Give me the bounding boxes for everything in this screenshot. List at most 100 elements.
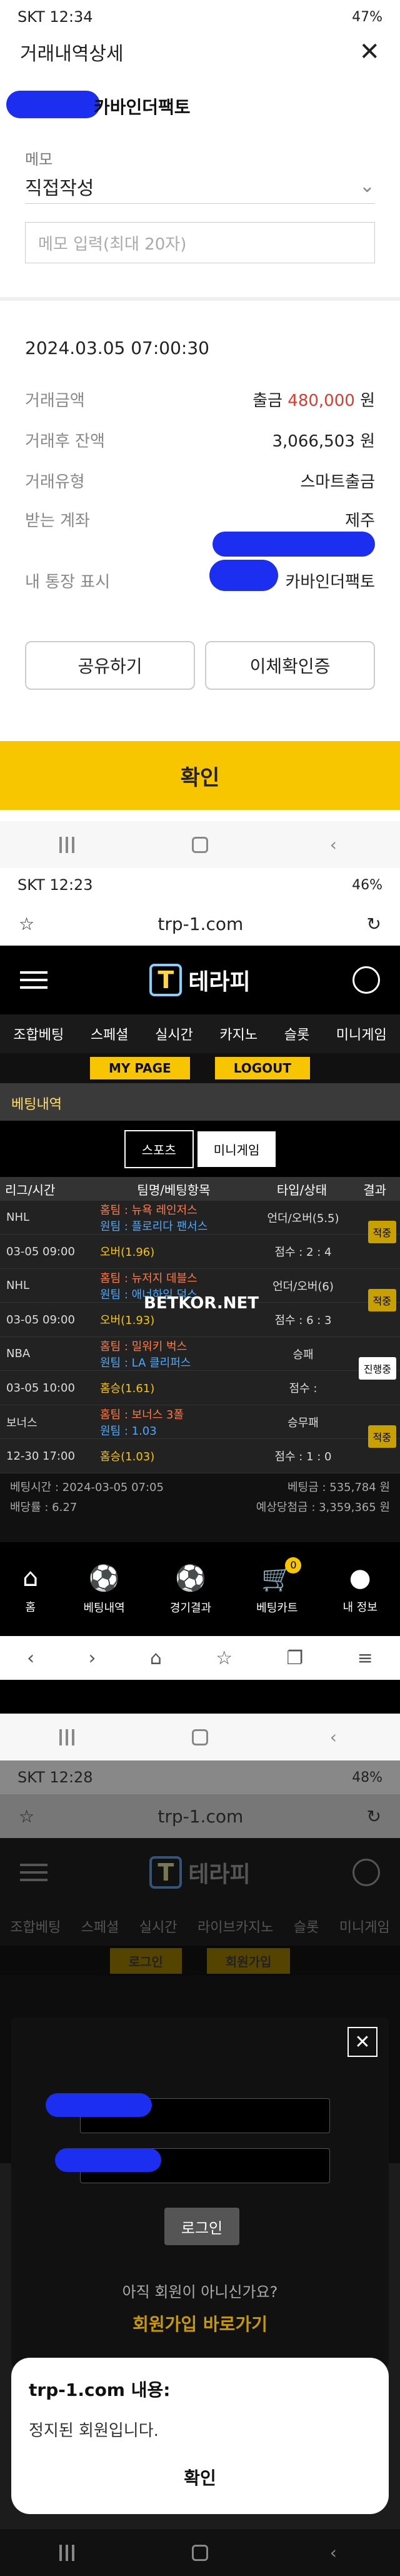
menu-item[interactable]: 조합베팅 — [13, 1024, 64, 1044]
login-tab[interactable]: 로그인 — [109, 1947, 182, 1974]
reload-icon[interactable]: ↻ — [367, 1806, 381, 1827]
home-nav-icon[interactable] — [188, 836, 212, 854]
site-logo[interactable]: T 테라피 — [149, 1856, 251, 1889]
menu-item[interactable]: 미니게임 — [336, 1024, 387, 1044]
table-header: 리그/시간 팀명/베팅항목 타입/상태 결과 — [0, 1177, 400, 1201]
tabs-icon[interactable]: ❐ — [286, 1647, 303, 1669]
nav-results[interactable]: ⚽ 경기결과 — [170, 1563, 211, 1615]
home-nav-icon[interactable] — [188, 2543, 212, 2562]
nav-profile[interactable]: ● 내 정보 — [342, 1563, 377, 1615]
hamburger-icon[interactable] — [20, 971, 48, 989]
soccer-ball-icon: ⚽ — [88, 1563, 120, 1593]
bet-type: 승패 — [292, 1348, 314, 1361]
reload-icon[interactable]: ↻ — [367, 914, 381, 934]
star-icon[interactable]: ☆ — [19, 1806, 34, 1827]
share-button[interactable]: 공유하기 — [25, 641, 195, 690]
menu-item[interactable]: 미니게임 — [339, 1916, 390, 1936]
cart-count: 0 — [285, 1557, 302, 1573]
header: 거래내역상세 ✕ — [0, 34, 400, 70]
menu-item[interactable]: 실시간 — [155, 1024, 193, 1044]
url-text[interactable]: trp-1.com — [158, 914, 243, 934]
home-team: 홈팀 : 뉴욕 레인저스 — [100, 1203, 198, 1217]
confirm-button[interactable]: 확인 — [0, 741, 400, 810]
menu-item[interactable]: 조합베팅 — [10, 1916, 61, 1936]
user-icon[interactable] — [352, 1859, 380, 1886]
row-key: 내 통장 표시 — [25, 573, 111, 592]
recents-icon[interactable] — [54, 836, 79, 854]
menu-item[interactable]: 스페셜 — [91, 1024, 129, 1044]
site-logo[interactable]: T 테라피 — [149, 964, 251, 996]
mypage-button[interactable]: MY PAGE — [89, 1057, 190, 1079]
merchant-name: 카바인더팩토 — [94, 97, 191, 118]
bet-type: 언더/오버(5.5) — [267, 1211, 339, 1225]
nav-bets[interactable]: ⚽ 베팅내역 — [84, 1563, 125, 1615]
memo-label: 메모 — [25, 151, 53, 168]
star-icon[interactable]: ☆ — [19, 914, 34, 934]
main-menu: 조합베팅 스페셜 실시간 라이브카지노 슬롯 미니게임 — [0, 1907, 400, 1946]
bet-pick: 오버(1.96) — [100, 1246, 155, 1259]
display-row: 내 통장 표시 카바인더팩토 — [25, 569, 375, 592]
account-row: 받는 계좌 제주 — [25, 508, 375, 531]
bookmark-icon[interactable]: ☆ — [216, 1647, 232, 1669]
expected-win: 예상당첨금 : 3,359,365 원 — [256, 1501, 390, 1514]
home-nav-icon[interactable] — [188, 1728, 212, 1747]
nav-home[interactable]: ⌂ 홈 — [22, 1563, 38, 1615]
battery-level: 46% — [352, 877, 382, 893]
forward-icon[interactable]: › — [88, 1647, 96, 1669]
menu-icon[interactable]: ≡ — [358, 1647, 373, 1669]
col-league: 리그/시간 — [5, 1182, 56, 1198]
site-bottom-nav: ⌂ 홈 ⚽ 베팅내역 ⚽ 경기결과 🛒 베팅카트 0 ● 내 정보 — [0, 1542, 400, 1636]
home-icon: ⌂ — [22, 1563, 39, 1592]
table-row: 보너스 홈팀 : 보너스 3폴 원팀 : 1.03 승무패 12-30 17:00… — [0, 1405, 400, 1473]
dialog-ok-button[interactable]: 확인 — [29, 2465, 371, 2490]
back-icon[interactable]: ‹ — [321, 1727, 346, 1747]
status-time: SKT 12:34 — [18, 8, 93, 26]
menu-item[interactable]: 스페셜 — [81, 1916, 119, 1936]
menu-item[interactable]: 라이브카지노 — [198, 1916, 273, 1936]
menu-item[interactable]: 실시간 — [139, 1916, 178, 1936]
status-bar: SKT 12:23 46% — [0, 868, 400, 902]
balance-row: 거래후 잔액 3,066,503 원 — [25, 428, 375, 452]
tab-minigame[interactable]: 미니게임 — [197, 1131, 276, 1167]
login-button[interactable]: 로그인 — [164, 2208, 239, 2245]
redaction-blob — [46, 2093, 152, 2117]
account-tabs: MY PAGE LOGOUT — [0, 1053, 400, 1083]
table-row: NHL 홈팀 : 뉴저지 데블스 원팀 : 애너하임 덕스 언더/오버(6) 03… — [0, 1269, 400, 1337]
back-icon[interactable]: ‹ — [321, 834, 346, 855]
redaction-blob — [6, 91, 100, 118]
status-badge: 진행중 — [358, 1357, 396, 1380]
menu-item[interactable]: 슬롯 — [284, 1024, 309, 1044]
away-team: 원팀 : 1.03 — [100, 1424, 157, 1438]
away-team: 원팀 : 플로리다 팬서스 — [100, 1220, 208, 1233]
bet-pick: 홈승(1.03) — [100, 1450, 155, 1463]
memo-select[interactable]: 직접작성 ⌄ — [25, 169, 375, 204]
account-tabs: 로그인 회원가입 — [0, 1946, 400, 1976]
row-key: 받는 계좌 — [25, 512, 90, 530]
menu-item[interactable]: 슬롯 — [294, 1916, 319, 1936]
nav-cart[interactable]: 🛒 베팅카트 0 — [256, 1557, 302, 1615]
memo-input[interactable]: 메모 입력(최대 20자) — [25, 222, 375, 263]
watermark: BETKOR.NET — [144, 1294, 259, 1313]
logout-button[interactable]: LOGOUT — [214, 1057, 311, 1079]
close-icon[interactable]: ✕ — [359, 38, 380, 66]
home-team: 홈팀 : 뉴저지 데블스 — [100, 1271, 198, 1285]
menu-item[interactable]: 카지노 — [219, 1024, 258, 1044]
hamburger-icon[interactable] — [20, 1864, 48, 1881]
user-icon: ● — [349, 1563, 371, 1592]
signup-tab[interactable]: 회원가입 — [206, 1947, 291, 1974]
url-text[interactable]: trp-1.com — [158, 1806, 243, 1827]
back-icon[interactable]: ‹ — [321, 2542, 346, 2563]
row-key: 거래금액 — [25, 391, 85, 410]
close-icon[interactable]: ✕ — [348, 2027, 378, 2057]
bet-pick: 오버(1.93) — [100, 1314, 155, 1327]
recents-icon[interactable] — [54, 2543, 79, 2562]
home-icon[interactable]: ⌂ — [150, 1647, 162, 1669]
status-badge: 적중 — [368, 1425, 396, 1448]
recents-icon[interactable] — [54, 1728, 79, 1747]
signup-link[interactable]: 회원가입 바로가기 — [11, 2311, 389, 2336]
user-icon[interactable] — [352, 966, 380, 994]
transfer-proof-button[interactable]: 이체확인증 — [205, 641, 375, 690]
bet-odds: 배당률 : 6.27 — [10, 1501, 78, 1514]
back-icon[interactable]: ‹ — [27, 1647, 34, 1669]
tab-sports[interactable]: 스포츠 — [124, 1129, 194, 1168]
